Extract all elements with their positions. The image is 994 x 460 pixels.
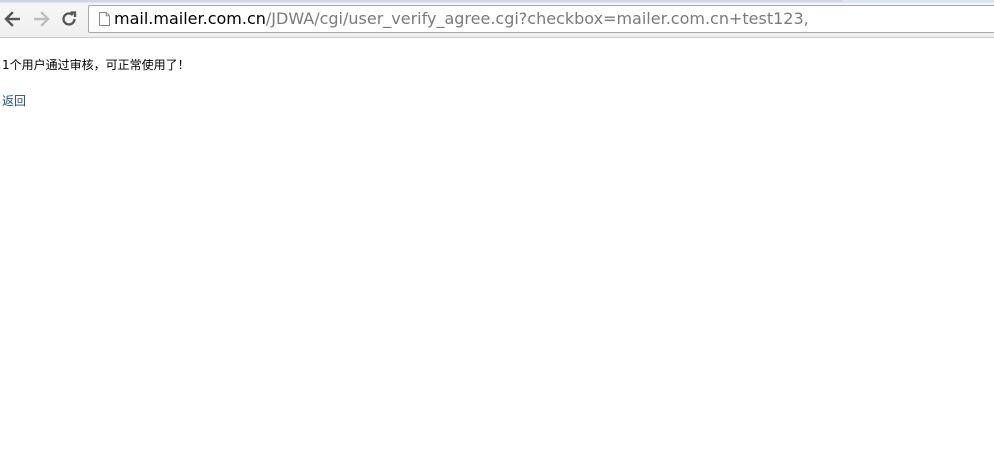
reload-button[interactable] [58,8,80,30]
address-bar[interactable]: mail.mailer.com.cn/JDWA/cgi/user_verify_… [88,5,994,33]
back-arrow-icon [4,10,22,28]
url-path: /JDWA/cgi/user_verify_agree.cgi?checkbox… [265,9,809,28]
back-link[interactable]: 返回 [2,93,26,109]
active-tab[interactable] [0,0,842,3]
reload-icon [60,10,78,28]
forward-button[interactable] [30,8,52,30]
forward-arrow-icon [32,10,50,28]
url-host: mail.mailer.com.cn [114,9,266,28]
page-icon [94,6,114,32]
browser-toolbar: mail.mailer.com.cn/JDWA/cgi/user_verify_… [0,0,994,38]
back-button[interactable] [2,8,24,30]
url-text[interactable]: mail.mailer.com.cn/JDWA/cgi/user_verify_… [114,6,809,32]
verification-message: 1个用户通过审核，可正常使用了！ [2,58,190,72]
tab-strip [0,0,994,3]
page-content: 1个用户通过审核，可正常使用了！ 返回 [0,38,994,460]
